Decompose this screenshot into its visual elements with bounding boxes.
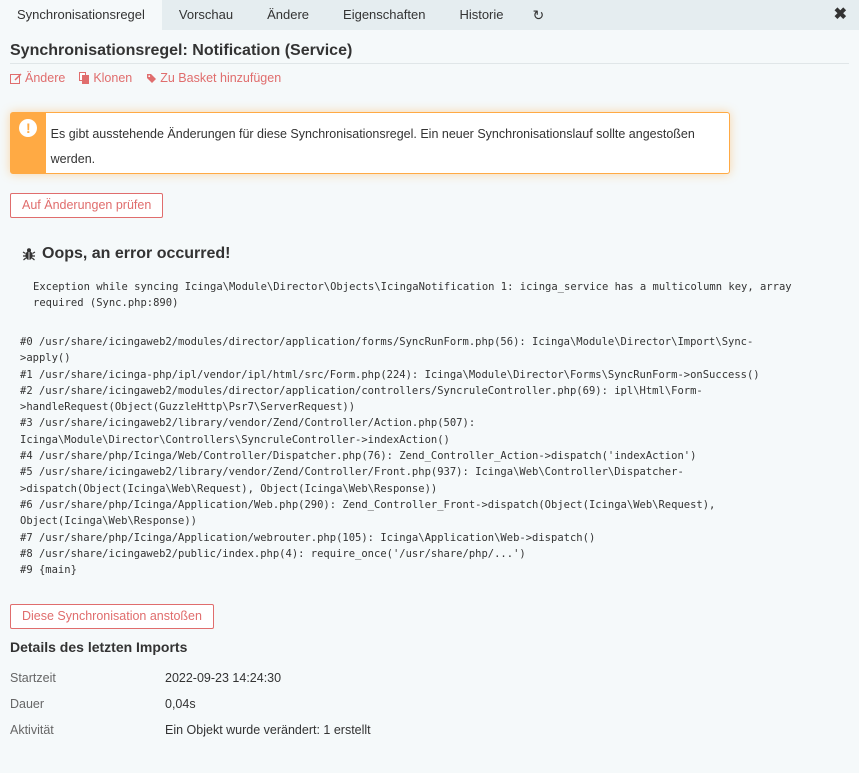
basket-label: Zu Basket hinzufügen (160, 71, 282, 85)
details-value: 2022-09-23 14:24:30 (165, 671, 282, 685)
basket-link[interactable]: Zu Basket hinzufügen (146, 71, 281, 85)
close-icon[interactable]: ✖ (834, 0, 847, 30)
details-row: Startzeit 2022-09-23 14:24:30 (10, 665, 710, 691)
trace-line: #3 /usr/share/icingaweb2/library/vendor/… (20, 417, 476, 446)
action-bar: Ändere Klonen Zu Basket hinzufügen (10, 71, 281, 85)
warning-text: Es gibt ausstehende Änderungen für diese… (50, 127, 695, 166)
trace-line: #1 /usr/share/icinga-php/ipl/vendor/ipl/… (20, 368, 760, 381)
refresh-icon[interactable]: ↻ (521, 0, 557, 30)
stack-trace: #0 /usr/share/icingaweb2/modules/directo… (20, 334, 840, 578)
trace-line: #8 /usr/share/icingaweb2/public/index.ph… (20, 547, 526, 560)
check-changes-button[interactable]: Auf Änderungen prüfen (10, 193, 164, 218)
warning-icon: ! (19, 119, 38, 137)
details-label: Dauer (10, 697, 45, 711)
edit-icon (10, 72, 22, 84)
page-title: Synchronisationsregel: Notification (Ser… (10, 42, 353, 59)
details-row: Aktivität Ein Objekt wurde verändert: 1 … (10, 717, 710, 743)
pending-changes-warning: ! Es gibt ausstehende Änderungen für die… (10, 112, 730, 174)
title-divider (10, 63, 849, 64)
exception-message: Exception while syncing Icinga\Module\Di… (33, 281, 792, 309)
clone-label: Klonen (93, 71, 133, 85)
bug-icon (22, 248, 36, 261)
warning-bar: ! (11, 113, 46, 173)
details-value: Ein Objekt wurde verändert: 1 erstellt (165, 723, 371, 737)
tab-synchronisationsregel[interactable]: Synchronisationsregel (0, 0, 162, 30)
trace-line: #7 /usr/share/php/Icinga/Application/web… (20, 531, 596, 544)
trace-line: #6 /usr/share/php/Icinga/Application/Web… (20, 498, 716, 528)
details-label: Startzeit (10, 671, 56, 685)
edit-label: Ändere (25, 71, 66, 85)
clone-link[interactable]: Klonen (79, 71, 132, 85)
tab-vorschau[interactable]: Vorschau (162, 0, 250, 30)
details-label: Aktivität (10, 723, 54, 737)
tab-historie[interactable]: Historie (442, 0, 520, 30)
details-title: Details des letzten Imports (10, 639, 188, 655)
trace-line: #2 /usr/share/icingaweb2/modules/directo… (20, 384, 703, 414)
details-row: Dauer 0,04s (10, 691, 710, 717)
details-value: 0,04s (165, 697, 196, 711)
tag-icon (147, 73, 157, 83)
error-heading: Oops, an error occurred! (22, 245, 231, 263)
tab-bar: Synchronisationsregel Vorschau Ändere Ei… (0, 0, 859, 30)
trace-line: #9 {main} (20, 564, 77, 577)
tab-aendere[interactable]: Ändere (250, 0, 326, 30)
copy-icon (79, 72, 90, 84)
tab-eigenschaften[interactable]: Eigenschaften (326, 0, 442, 30)
trace-line: #0 /usr/share/icingaweb2/modules/directo… (20, 336, 754, 365)
trace-line: #4 /usr/share/php/Icinga/Web/Controller/… (20, 450, 697, 463)
edit-link[interactable]: Ändere (10, 71, 65, 85)
error-title: Oops, an error occurred! (42, 245, 231, 262)
details-table: Startzeit 2022-09-23 14:24:30 Dauer 0,04… (10, 665, 710, 743)
run-sync-button[interactable]: Diese Synchronisation anstoßen (10, 604, 214, 629)
trace-line: #5 /usr/share/icingaweb2/library/vendor/… (20, 466, 684, 495)
